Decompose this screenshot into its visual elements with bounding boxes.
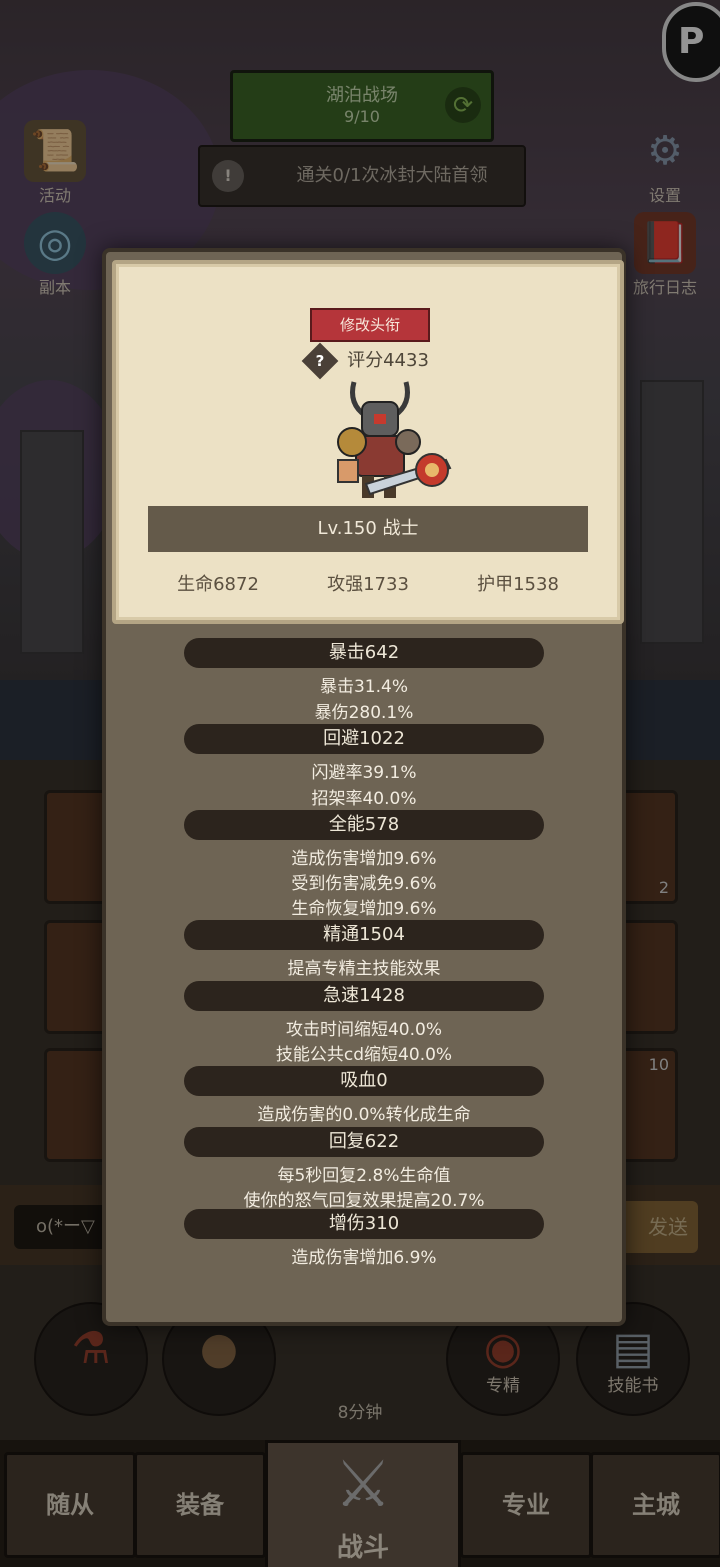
change-title-button[interactable]: 修改头衔 bbox=[310, 308, 430, 342]
stat-line: 技能公共cd缩短40.0% bbox=[275, 1045, 453, 1065]
stat-line: 闪避率39.1% bbox=[311, 763, 417, 783]
basic-stats: 生命6872 攻强1733 护甲1538 bbox=[116, 570, 620, 600]
stat-header-crit: 暴击642 bbox=[184, 638, 544, 668]
stat-line: 暴伤280.1% bbox=[314, 703, 414, 723]
stat-line: 提高专精主技能效果 bbox=[287, 959, 441, 979]
help-icon[interactable]: ? bbox=[301, 342, 339, 380]
stat-header-lifesteal: 吸血0 bbox=[184, 1066, 544, 1096]
stat-line: 使你的怒气回复效果提高20.7% bbox=[243, 1191, 485, 1211]
stat-header-mastery: 精通1504 bbox=[184, 920, 544, 950]
armor-stat: 护甲1538 bbox=[477, 574, 559, 595]
score-row: ? 评分4433 bbox=[116, 342, 620, 380]
attack-stat: 攻强1733 bbox=[327, 574, 409, 595]
stat-line: 造成伤害增加6.9% bbox=[291, 1248, 437, 1268]
score-value: 评分4433 bbox=[347, 350, 429, 371]
character-stats-panel: 修改头衔 ? 评分4433 Lv.150 战士 生命6872 攻强1733 护甲1… bbox=[102, 248, 626, 1326]
stat-line: 每5秒回复2.8%生命值 bbox=[277, 1166, 451, 1186]
level-class-bar: Lv.150 战士 bbox=[148, 506, 588, 552]
stat-header-damage-boost: 增伤310 bbox=[184, 1209, 544, 1239]
stat-header-haste: 急速1428 bbox=[184, 981, 544, 1011]
stat-line: 招架率40.0% bbox=[311, 789, 417, 809]
stat-line: 造成伤害增加9.6% bbox=[291, 849, 437, 869]
stat-line: 暴击31.4% bbox=[319, 677, 408, 697]
stat-line: 造成伤害的0.0%转化成生命 bbox=[257, 1105, 471, 1125]
stat-line: 受到伤害减免9.6% bbox=[291, 874, 437, 894]
character-card: 修改头衔 ? 评分4433 Lv.150 战士 生命6872 攻强1733 护甲1… bbox=[112, 260, 624, 624]
stat-line: 攻击时间缩短40.0% bbox=[285, 1020, 442, 1040]
stat-line: 生命恢复增加9.6% bbox=[291, 899, 437, 919]
stat-header-avoidance: 回避1022 bbox=[184, 724, 544, 754]
hp-stat: 生命6872 bbox=[177, 574, 259, 595]
help-icon-glyph: ? bbox=[315, 352, 325, 370]
warrior-avatar bbox=[337, 381, 452, 498]
stat-header-regen: 回复622 bbox=[184, 1127, 544, 1157]
stat-header-versatility: 全能578 bbox=[184, 810, 544, 840]
